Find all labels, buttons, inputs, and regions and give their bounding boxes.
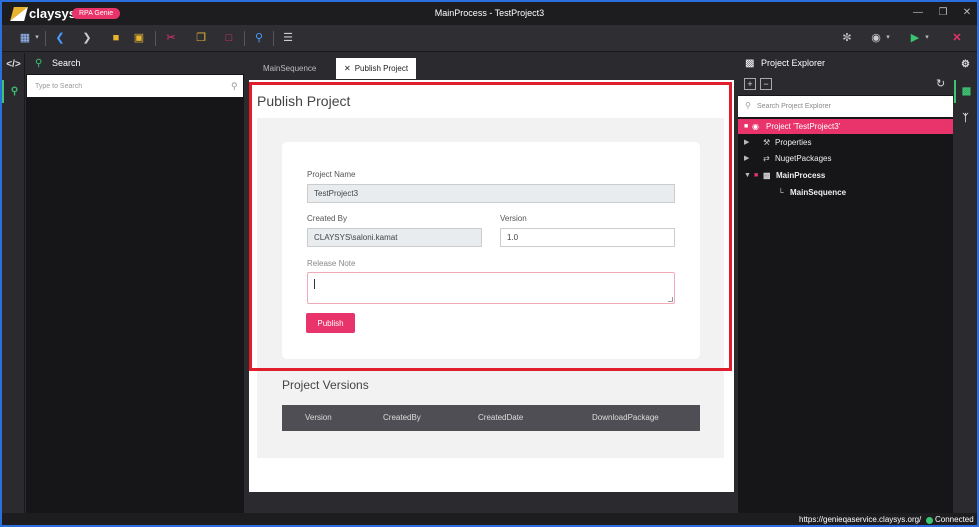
main-toolbar: ▦ ▾ ❮ ❯ ■ ▣ ✂ ❐ □ ⚲ ☰ ✼ ◉ ▾ ▶ ▾ ✕: [2, 25, 977, 52]
tree-item-label: Project 'TestProject3': [766, 122, 841, 131]
process-icon: ▩: [763, 171, 771, 180]
project-explorer-title: Project Explorer: [761, 58, 826, 68]
collapse-all-icon[interactable]: −: [760, 78, 772, 90]
left-activity-bar: </> ⚲: [2, 53, 25, 513]
apps-dropdown-icon[interactable]: ▾: [30, 31, 44, 45]
project-explorer-header: ▩ Project Explorer: [738, 53, 953, 74]
explorer-search-input[interactable]: [738, 96, 953, 117]
publish-form-card: Project Name Created By Version Release …: [282, 142, 700, 359]
text-caret: [314, 279, 315, 289]
search-input[interactable]: [27, 75, 243, 97]
column-created-date: CreatedDate: [478, 413, 524, 422]
version-label: Version: [500, 214, 527, 223]
tree-item-properties[interactable]: ▶ ⚒ Properties: [738, 135, 953, 150]
tab-publish-project[interactable]: ✕ Publish Project: [336, 58, 417, 79]
editor-tabs: MainSequence ✕ Publish Project: [247, 58, 735, 79]
connection-status: Connected: [935, 515, 974, 524]
tree-item-label: Properties: [775, 138, 812, 147]
tab-main-sequence[interactable]: MainSequence: [255, 58, 324, 79]
resize-grip-icon[interactable]: [668, 297, 673, 302]
save-all-icon[interactable]: ▣: [132, 31, 146, 45]
tree-item-label: MainSequence: [790, 188, 847, 197]
back-icon[interactable]: ❮: [53, 31, 67, 45]
debug-icon[interactable]: ✼: [840, 31, 854, 45]
page-title: Publish Project: [257, 93, 351, 109]
tree-item-project[interactable]: ■ ◉ Project 'TestProject3': [738, 119, 953, 134]
toolbar-separator: [273, 31, 274, 46]
release-note-label: Release Note: [307, 259, 356, 268]
forward-icon[interactable]: ❯: [80, 31, 94, 45]
lock-icon: ■: [744, 123, 749, 130]
toolbar-separator: [244, 31, 245, 46]
save-icon[interactable]: ■: [109, 31, 123, 45]
chevron-right-icon[interactable]: ▶: [744, 151, 749, 166]
find-icon[interactable]: ⚲: [252, 31, 266, 45]
explorer-icon: ▩: [745, 58, 755, 69]
minimize-icon[interactable]: —: [911, 6, 925, 20]
project-explorer-panel: ▩ Project Explorer + − ↻ ⚲ ■ ◉ Project '…: [738, 53, 953, 513]
tab-close-icon[interactable]: ✕: [344, 64, 351, 73]
explorer-toolbar: + − ↻: [738, 74, 953, 95]
cut-icon[interactable]: ✂: [164, 31, 178, 45]
run-dropdown-icon[interactable]: ▾: [920, 31, 934, 45]
version-field[interactable]: [500, 228, 675, 247]
code-icon[interactable]: </>: [2, 53, 25, 76]
right-activity-bar: ⚙ ▩ ᛉ: [954, 53, 977, 513]
chevron-down-icon[interactable]: ▼: [744, 168, 751, 183]
connection-status-icon: [926, 517, 933, 524]
close-window-icon[interactable]: ✕: [960, 6, 974, 20]
column-download-package: DownloadPackage: [592, 413, 659, 422]
expand-all-icon[interactable]: +: [744, 78, 756, 90]
tree-item-label: MainProcess: [776, 171, 826, 180]
copy-icon[interactable]: ❐: [194, 31, 208, 45]
publish-button[interactable]: Publish: [306, 313, 355, 333]
tree-item-nuget-packages[interactable]: ▶ ⇄ NugetPackages: [738, 151, 953, 166]
project-tree-icon: ◉: [752, 122, 759, 131]
search-panel-header: ⚲ Search: [26, 53, 244, 74]
created-by-field[interactable]: [307, 228, 482, 247]
tree-item-main-sequence[interactable]: └ MainSequence: [738, 185, 953, 200]
created-by-label: Created By: [307, 214, 348, 223]
publish-form-area: Project Name Created By Version Release …: [257, 118, 724, 458]
settings-gear-icon[interactable]: ⚙: [954, 53, 977, 76]
title-bar: claysys RPA Genie MainProcess - TestProj…: [2, 2, 977, 25]
publish-content: Publish Project Project Name Created By …: [249, 80, 734, 492]
toolbar-separator: [155, 31, 156, 46]
tree-item-label: NugetPackages: [775, 154, 832, 163]
versions-table-header: Version CreatedBy CreatedDate DownloadPa…: [282, 405, 700, 431]
search-icon: ⚲: [35, 58, 43, 69]
list-icon[interactable]: ☰: [281, 31, 295, 45]
release-note-textarea[interactable]: [307, 272, 675, 304]
stop-icon[interactable]: ✕: [950, 31, 964, 45]
paste-icon[interactable]: □: [222, 31, 236, 45]
chevron-right-icon[interactable]: ▶: [744, 135, 749, 150]
browser-dropdown-icon[interactable]: ▾: [881, 31, 895, 45]
column-version: Version: [305, 413, 332, 422]
tree-item-main-process[interactable]: ▼ ■ ▩ MainProcess: [738, 168, 953, 183]
refresh-icon[interactable]: ↻: [936, 77, 945, 90]
packages-icon: ⇄: [763, 154, 770, 163]
column-created-by: CreatedBy: [383, 413, 421, 422]
app-window: claysys RPA Genie MainProcess - TestProj…: [0, 0, 979, 527]
project-name-label: Project Name: [307, 170, 356, 179]
project-name-field[interactable]: [307, 184, 675, 203]
explorer-search-icon: ⚲: [745, 101, 751, 110]
status-bar: https://genieqaservice.claysys.org/ Conn…: [2, 513, 977, 525]
lock-icon: ■: [754, 172, 759, 179]
folder-icon[interactable]: ▩: [954, 80, 977, 103]
service-url: https://genieqaservice.claysys.org/: [799, 515, 922, 524]
search-panel: ⚲ Search ⚲: [26, 53, 244, 513]
sequence-icon: └: [778, 188, 784, 197]
wrench-icon: ⚒: [763, 138, 771, 147]
search-input-icon: ⚲: [231, 81, 238, 91]
editor-area: MainSequence ✕ Publish Project Publish Pr…: [247, 53, 735, 513]
tab-publish-project-label: Publish Project: [354, 64, 409, 73]
project-versions-title: Project Versions: [282, 378, 369, 392]
search-panel-title: Search: [52, 58, 81, 68]
window-title: MainProcess - TestProject3: [434, 8, 545, 18]
toolbar-separator: [45, 31, 46, 46]
restore-icon[interactable]: ❐: [936, 6, 950, 20]
search-tool-icon[interactable]: ⚲: [2, 80, 25, 103]
source-control-icon[interactable]: ᛉ: [954, 107, 977, 130]
